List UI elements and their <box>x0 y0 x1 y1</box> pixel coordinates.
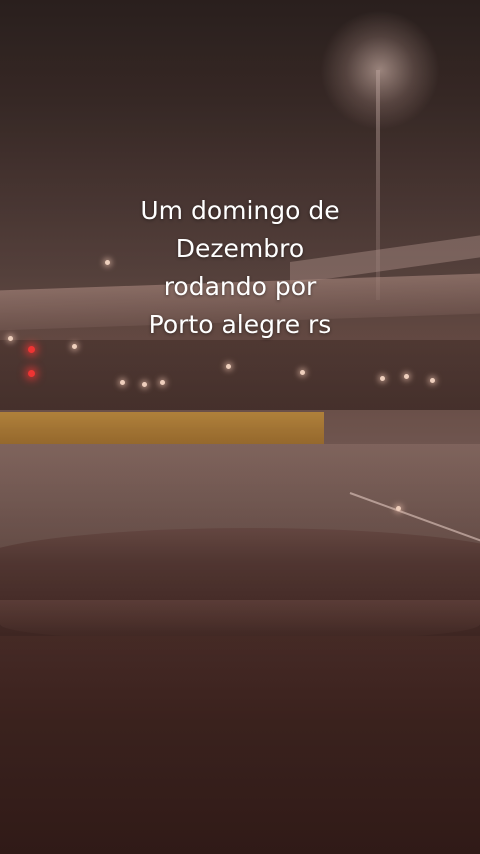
color-overlay <box>0 0 480 854</box>
caption-line: Um domingo de <box>140 196 340 225</box>
caption-line: rodando por <box>163 272 317 301</box>
caption-line: Porto alegre rs <box>148 310 332 339</box>
video-caption: Um domingo de Dezembro rodando por Porto… <box>90 192 390 344</box>
caption-line: Dezembro <box>175 234 305 263</box>
video-frame[interactable]: Um domingo de Dezembro rodando por Porto… <box>0 0 480 854</box>
